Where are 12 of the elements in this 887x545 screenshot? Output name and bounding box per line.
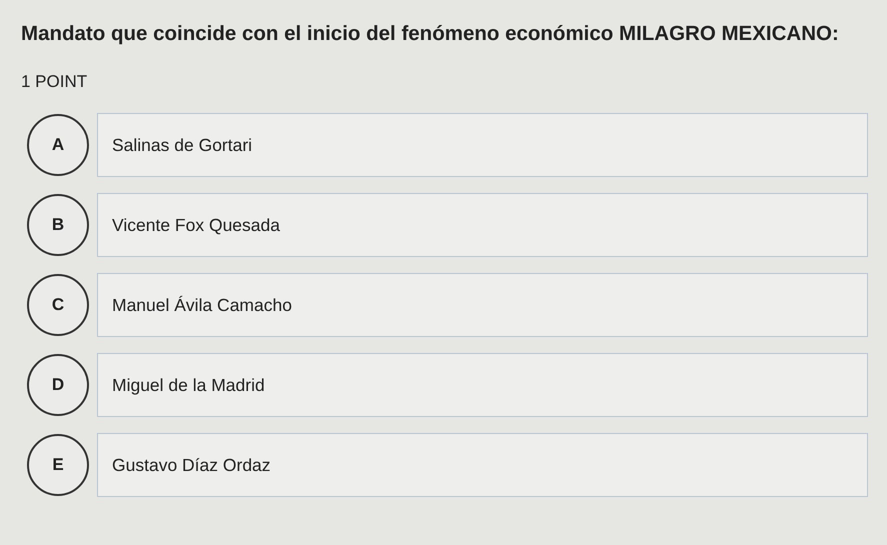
answer-option[interactable]: Gustavo Díaz Ordaz [97,433,868,497]
points-label: 1 POINT [21,72,88,92]
question-text: Mandato que coincide con el inicio del fenómeno económico MILAGRO MEXICANO: [21,21,840,47]
option-letter-circle[interactable]: A [27,114,89,176]
option-letter-circle[interactable]: E [27,434,89,496]
option-letter-circle[interactable]: D [27,354,89,416]
option-letter-circle[interactable]: C [27,274,89,336]
answer-option[interactable]: Manuel Ávila Camacho [97,273,868,337]
option-letter-circle[interactable]: B [27,194,89,256]
answer-option[interactable]: Miguel de la Madrid [97,353,868,417]
answer-option[interactable]: Vicente Fox Quesada [97,193,868,257]
answer-option[interactable]: Salinas de Gortari [97,113,868,177]
